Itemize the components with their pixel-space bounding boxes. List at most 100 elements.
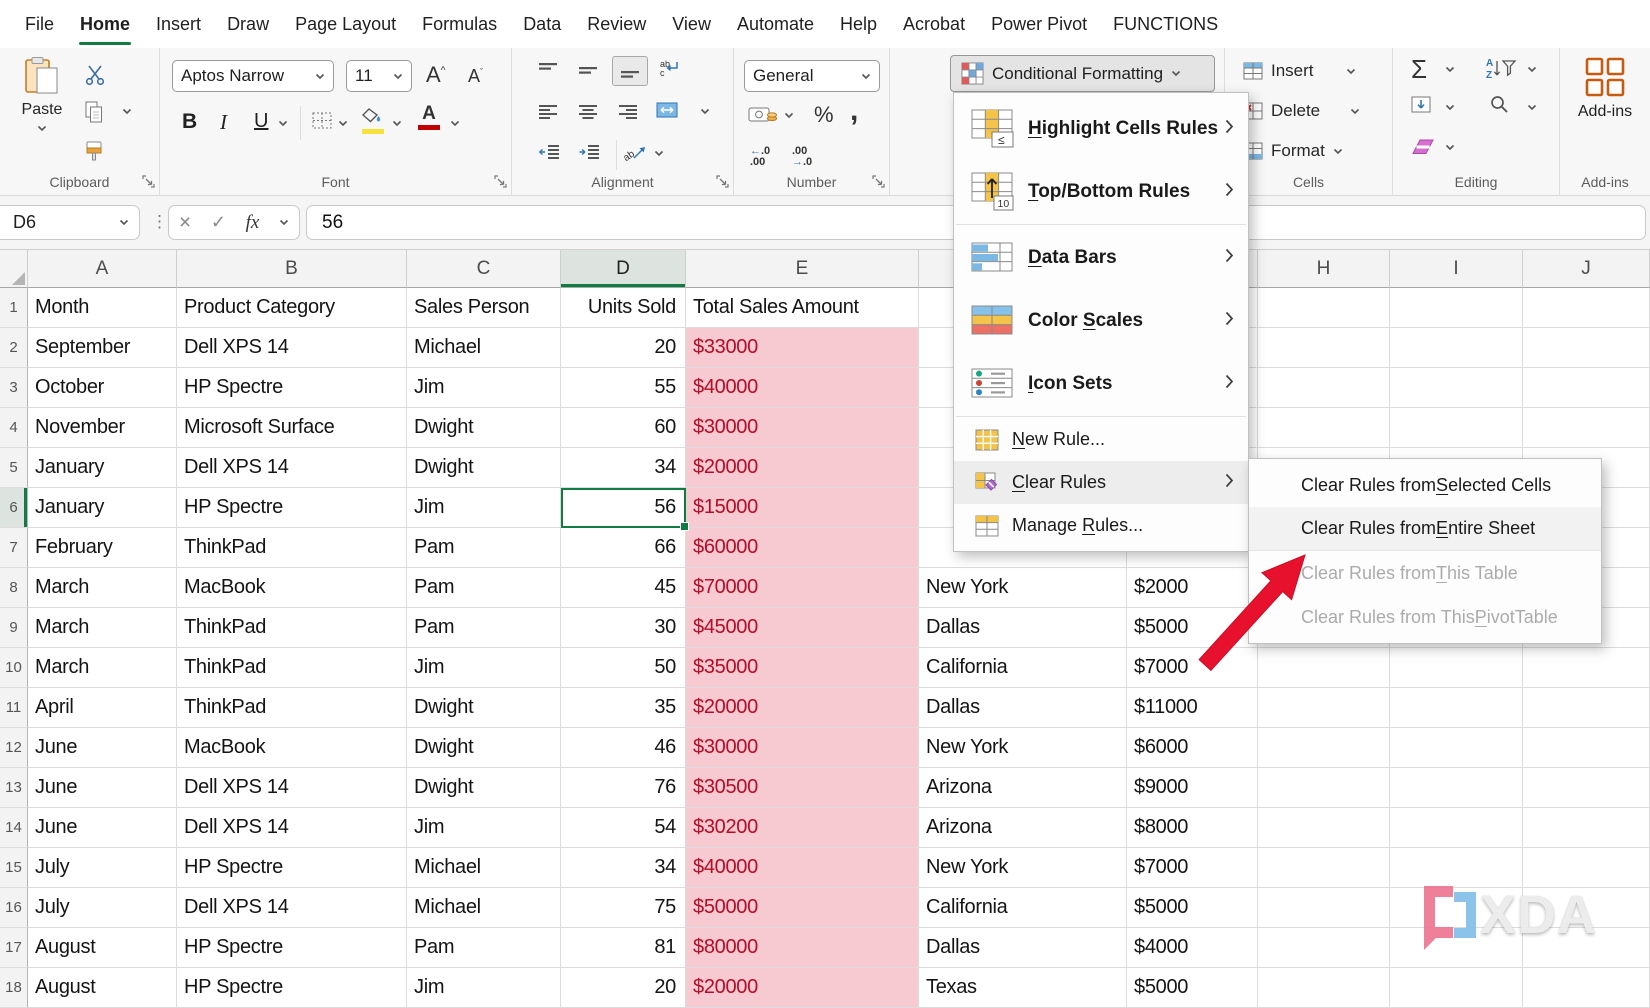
cell-A13[interactable]: June — [28, 768, 177, 808]
addins-button[interactable]: Add-ins — [1560, 56, 1650, 121]
cut-button[interactable] — [84, 64, 106, 86]
menu-item-top-bottom-rules[interactable]: 10Top/Bottom Rules — [954, 160, 1248, 223]
cell-E14[interactable]: $30200 — [686, 808, 919, 848]
menu-item-clear-rules[interactable]: Clear Rules — [954, 461, 1248, 504]
row-header-3[interactable]: 3 — [0, 368, 28, 408]
column-header-c[interactable]: C — [407, 250, 561, 288]
cell-C4[interactable]: Dwight — [407, 408, 561, 448]
cell-D17[interactable]: 81 — [561, 928, 686, 968]
row-header-11[interactable]: 11 — [0, 688, 28, 728]
cell-C2[interactable]: Michael — [407, 328, 561, 368]
menu-tab-file[interactable]: File — [12, 0, 67, 48]
menu-item-icon-sets[interactable]: Icon Sets — [954, 352, 1248, 415]
cell-F11[interactable]: Dallas — [919, 688, 1127, 728]
menu-tab-page-layout[interactable]: Page Layout — [282, 0, 409, 48]
enter-button[interactable]: ✓ — [211, 212, 226, 233]
paste-chevron-icon[interactable] — [37, 125, 47, 132]
cell-G16[interactable]: $5000 — [1127, 888, 1258, 928]
cell-C11[interactable]: Dwight — [407, 688, 561, 728]
insert-function-button[interactable]: fx — [246, 212, 260, 234]
increase-decimal-icon[interactable]: ←.0.00 — [750, 146, 770, 168]
menu-tab-functions[interactable]: FUNCTIONS — [1100, 0, 1231, 48]
cell-B10[interactable]: ThinkPad — [177, 648, 407, 688]
menu-item-manage-rules[interactable]: Manage Rules... — [954, 504, 1248, 547]
cell-I13[interactable] — [1390, 768, 1523, 808]
cell-H14[interactable] — [1258, 808, 1390, 848]
number-dialog-launcher[interactable] — [872, 175, 885, 188]
cell-F12[interactable]: New York — [919, 728, 1127, 768]
menu-tab-formulas[interactable]: Formulas — [409, 0, 510, 48]
cell-B14[interactable]: Dell XPS 14 — [177, 808, 407, 848]
cell-H2[interactable] — [1258, 328, 1390, 368]
cell-F17[interactable]: Dallas — [919, 928, 1127, 968]
cell-H4[interactable] — [1258, 408, 1390, 448]
borders-chevron-icon[interactable] — [338, 120, 348, 127]
cell-B4[interactable]: Microsoft Surface — [177, 408, 407, 448]
cell-C18[interactable]: Jim — [407, 968, 561, 1008]
cell-J3[interactable] — [1523, 368, 1650, 408]
cell-I1[interactable] — [1390, 288, 1523, 328]
cell-A2[interactable]: September — [28, 328, 177, 368]
menu-tab-help[interactable]: Help — [827, 0, 890, 48]
cell-H18[interactable] — [1258, 968, 1390, 1008]
orientation-button[interactable]: ab — [624, 142, 648, 162]
cell-C12[interactable]: Dwight — [407, 728, 561, 768]
cell-F10[interactable]: California — [919, 648, 1127, 688]
cell-H10[interactable] — [1258, 648, 1390, 688]
cell-J14[interactable] — [1523, 808, 1650, 848]
cell-E12[interactable]: $30000 — [686, 728, 919, 768]
row-header-4[interactable]: 4 — [0, 408, 28, 448]
cell-I11[interactable] — [1390, 688, 1523, 728]
clear-button[interactable] — [1411, 138, 1435, 156]
cell-J11[interactable] — [1523, 688, 1650, 728]
cell-J2[interactable] — [1523, 328, 1650, 368]
cell-F9[interactable]: Dallas — [919, 608, 1127, 648]
cell-F16[interactable]: California — [919, 888, 1127, 928]
align-left-button[interactable] — [538, 104, 558, 120]
cell-C8[interactable]: Pam — [407, 568, 561, 608]
alignment-dialog-launcher[interactable] — [716, 175, 729, 188]
cell-G11[interactable]: $11000 — [1127, 688, 1258, 728]
cell-E16[interactable]: $50000 — [686, 888, 919, 928]
cell-D15[interactable]: 34 — [561, 848, 686, 888]
cell-H1[interactable] — [1258, 288, 1390, 328]
cell-G9[interactable]: $5000 — [1127, 608, 1258, 648]
row-header-17[interactable]: 17 — [0, 928, 28, 968]
cell-F15[interactable]: New York — [919, 848, 1127, 888]
cell-G14[interactable]: $8000 — [1127, 808, 1258, 848]
sort-filter-button[interactable]: AZ — [1485, 56, 1517, 80]
column-header-i[interactable]: I — [1390, 250, 1523, 288]
cell-B1[interactable]: Product Category — [177, 288, 407, 328]
cell-E3[interactable]: $40000 — [686, 368, 919, 408]
menu-tab-review[interactable]: Review — [574, 0, 659, 48]
wrap-text-button[interactable]: abc — [658, 58, 680, 77]
cell-D7[interactable]: 66 — [561, 528, 686, 568]
cell-I14[interactable] — [1390, 808, 1523, 848]
copy-button[interactable] — [84, 100, 104, 124]
cell-E1[interactable]: Total Sales Amount — [686, 288, 919, 328]
cell-B6[interactable]: HP Spectre — [177, 488, 407, 528]
cell-J18[interactable] — [1523, 968, 1650, 1008]
menu-tab-view[interactable]: View — [659, 0, 724, 48]
align-bottom-button[interactable] — [612, 56, 648, 86]
cell-D2[interactable]: 20 — [561, 328, 686, 368]
cell-G15[interactable]: $7000 — [1127, 848, 1258, 888]
menu-tab-draw[interactable]: Draw — [214, 0, 282, 48]
row-header-14[interactable]: 14 — [0, 808, 28, 848]
row-header-8[interactable]: 8 — [0, 568, 28, 608]
column-header-b[interactable]: B — [177, 250, 407, 288]
increase-indent-button[interactable] — [578, 144, 600, 160]
cell-B16[interactable]: Dell XPS 14 — [177, 888, 407, 928]
align-top-button[interactable] — [538, 62, 558, 78]
cell-G10[interactable]: $7000 — [1127, 648, 1258, 688]
cell-H13[interactable] — [1258, 768, 1390, 808]
cell-C13[interactable]: Dwight — [407, 768, 561, 808]
menu-tab-home[interactable]: Home — [67, 0, 143, 48]
cell-B12[interactable]: MacBook — [177, 728, 407, 768]
bold-button[interactable]: B — [182, 110, 197, 134]
cell-C10[interactable]: Jim — [407, 648, 561, 688]
cell-A3[interactable]: October — [28, 368, 177, 408]
cell-D1[interactable]: Units Sold — [561, 288, 686, 328]
decrease-decimal-icon[interactable]: .00→.0 — [792, 146, 812, 168]
cell-A12[interactable]: June — [28, 728, 177, 768]
